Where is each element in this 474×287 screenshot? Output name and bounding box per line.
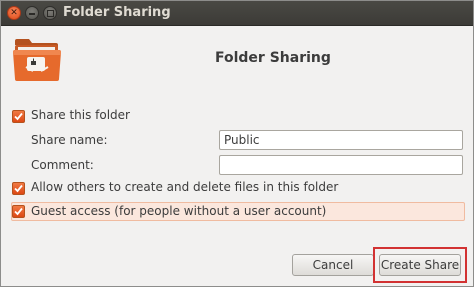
- checkmark-icon: [14, 207, 23, 216]
- minimize-icon[interactable]: [25, 6, 39, 20]
- cancel-button[interactable]: Cancel: [292, 254, 374, 276]
- share-this-folder-checkbox[interactable]: [12, 110, 25, 123]
- title-bar[interactable]: ✕ Folder Sharing: [1, 1, 473, 26]
- guest-access-label[interactable]: Guest access (for people without a user …: [31, 204, 326, 218]
- checkmark-icon: [14, 184, 23, 193]
- checkmark-icon: [14, 112, 23, 121]
- folder-sharing-dialog: ✕ Folder Sharing Folder Sharing Share th…: [0, 0, 474, 287]
- allow-others-label[interactable]: Allow others to create and delete files …: [31, 180, 338, 194]
- share-this-folder-label[interactable]: Share this folder: [31, 108, 130, 122]
- highlight-annotation: [373, 247, 467, 283]
- window-title: Folder Sharing: [63, 5, 171, 20]
- share-name-label: Share name:: [31, 133, 108, 147]
- maximize-icon[interactable]: [43, 6, 57, 20]
- comment-label: Comment:: [31, 158, 94, 172]
- allow-others-checkbox[interactable]: [12, 182, 25, 195]
- folder-share-icon: [13, 39, 61, 81]
- guest-access-checkbox[interactable]: [12, 205, 25, 218]
- close-icon[interactable]: ✕: [7, 6, 21, 20]
- comment-field[interactable]: [219, 155, 463, 175]
- share-name-field[interactable]: Public: [219, 130, 463, 150]
- dialog-heading: Folder Sharing: [215, 50, 331, 66]
